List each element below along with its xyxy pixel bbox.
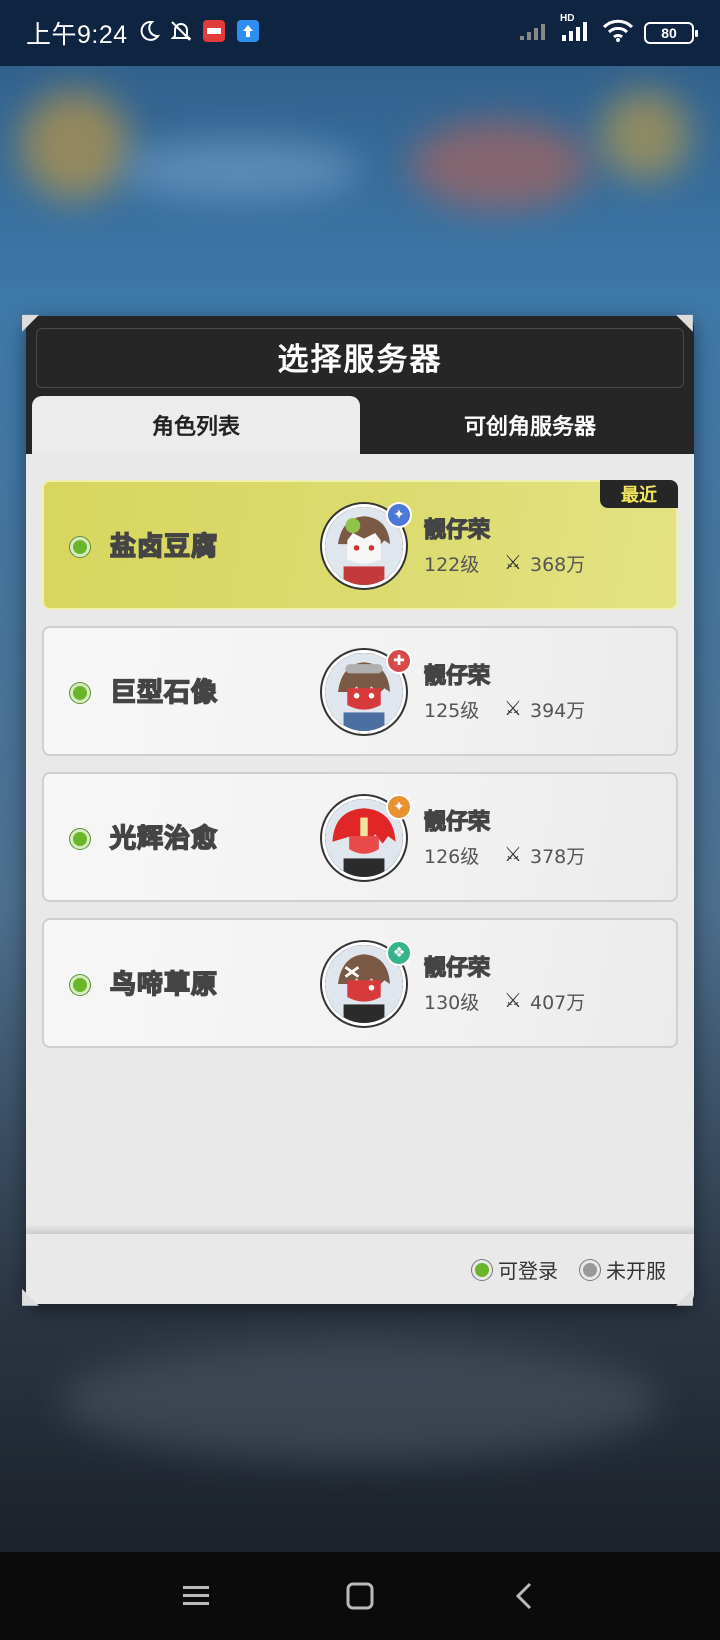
moon-icon xyxy=(138,20,160,47)
character-name: 靓仔荣 xyxy=(423,517,491,543)
status-available-dot xyxy=(70,537,90,557)
character-level: 130级 xyxy=(424,992,480,1014)
status-legend: 可登录 未开服 xyxy=(472,1255,666,1284)
character-name: 靓仔荣 xyxy=(423,809,491,835)
server-row-0[interactable]: 最近 盐卤豆腐 ✦ 靓仔荣 122级 ⚔ 368万 xyxy=(42,480,678,610)
dialog-header: 选择服务器 xyxy=(26,316,694,396)
server-row-2[interactable]: 光辉治愈 ✦ 靓仔荣 126级 ⚔ 378万 xyxy=(42,772,678,902)
class-badge-icon: ❖ xyxy=(386,940,412,966)
power-icon: ⚔ xyxy=(504,988,522,1012)
server-select-dialog: 选择服务器 角色列表 可创角服务器 最近 盐卤豆腐 ✦ 靓仔荣 122级 ⚔ 3… xyxy=(26,316,694,1304)
corner-ornament-icon: ◤ xyxy=(22,310,39,335)
upload-app-icon xyxy=(236,19,260,48)
menu-icon[interactable] xyxy=(174,1574,218,1618)
class-badge-icon: ✚ xyxy=(386,648,412,674)
signal-hd-label: HD xyxy=(560,12,575,24)
tab-character-list[interactable]: 角色列表 xyxy=(32,396,360,454)
character-power: 368万 xyxy=(530,554,586,576)
server-name: 巨型石像 xyxy=(109,677,219,709)
status-bar: 上午9:24 HD 80 xyxy=(0,0,720,66)
character-level: 122级 xyxy=(424,554,480,576)
status-available-dot xyxy=(70,683,90,703)
corner-ornament-icon: ◥ xyxy=(676,310,693,335)
character-name: 靓仔荣 xyxy=(423,955,491,981)
background-blob xyxy=(410,120,590,210)
status-time: 上午9:24 xyxy=(26,21,128,49)
dialog-title: 选择服务器 xyxy=(277,341,443,378)
background-blob xyxy=(20,90,130,200)
class-badge-icon: ✦ xyxy=(386,502,412,528)
signal-hd-icon: HD xyxy=(558,13,592,48)
wifi-icon xyxy=(602,19,634,48)
back-icon[interactable] xyxy=(502,1574,546,1618)
legend-unopened: 未开服 xyxy=(580,1255,666,1284)
home-icon[interactable] xyxy=(338,1574,382,1618)
bell-off-icon xyxy=(170,20,192,47)
news-app-icon xyxy=(202,19,226,48)
status-available-dot xyxy=(70,975,90,995)
character-power: 378万 xyxy=(530,846,586,868)
power-icon: ⚔ xyxy=(504,696,522,720)
signal-icon xyxy=(518,20,548,47)
background-blob xyxy=(600,90,690,180)
character-level: 126级 xyxy=(424,846,480,868)
server-name: 光辉治愈 xyxy=(109,823,219,855)
recent-tag: 最近 xyxy=(600,480,678,508)
power-icon: ⚔ xyxy=(504,550,522,574)
legend-available-dot xyxy=(472,1259,492,1280)
character-power: 407万 xyxy=(530,992,586,1014)
class-badge-icon: ✦ xyxy=(386,794,412,820)
tab-bar: 角色列表 可创角服务器 xyxy=(26,396,694,454)
background-blob xyxy=(60,1340,660,1460)
tab-creatable-servers[interactable]: 可创角服务器 xyxy=(366,396,694,454)
footer-divider xyxy=(26,1224,694,1234)
power-icon: ⚔ xyxy=(504,842,522,866)
system-nav-bar xyxy=(0,1552,720,1640)
character-power: 394万 xyxy=(530,700,586,722)
corner-ornament-icon: ◢ xyxy=(676,1284,693,1309)
server-name: 鸟啼草原 xyxy=(109,969,219,1001)
legend-available: 可登录 xyxy=(472,1255,558,1284)
legend-unopened-dot xyxy=(580,1259,600,1280)
server-name: 盐卤豆腐 xyxy=(109,531,219,563)
corner-ornament-icon: ◣ xyxy=(22,1284,39,1309)
character-level: 125级 xyxy=(424,700,480,722)
legend-available-label: 可登录 xyxy=(498,1259,558,1283)
character-name: 靓仔荣 xyxy=(423,663,491,689)
status-available-dot xyxy=(70,829,90,849)
legend-unopened-label: 未开服 xyxy=(606,1259,666,1283)
battery-indicator: 80 xyxy=(644,22,698,44)
server-row-3[interactable]: 鸟啼草原 ❖ 靓仔荣 130级 ⚔ 407万 xyxy=(42,918,678,1048)
background-blob xyxy=(120,140,360,200)
server-list: 最近 盐卤豆腐 ✦ 靓仔荣 122级 ⚔ 368万 巨型石像 ✚ 靓仔荣 125… xyxy=(42,480,678,1064)
server-row-1[interactable]: 巨型石像 ✚ 靓仔荣 125级 ⚔ 394万 xyxy=(42,626,678,756)
